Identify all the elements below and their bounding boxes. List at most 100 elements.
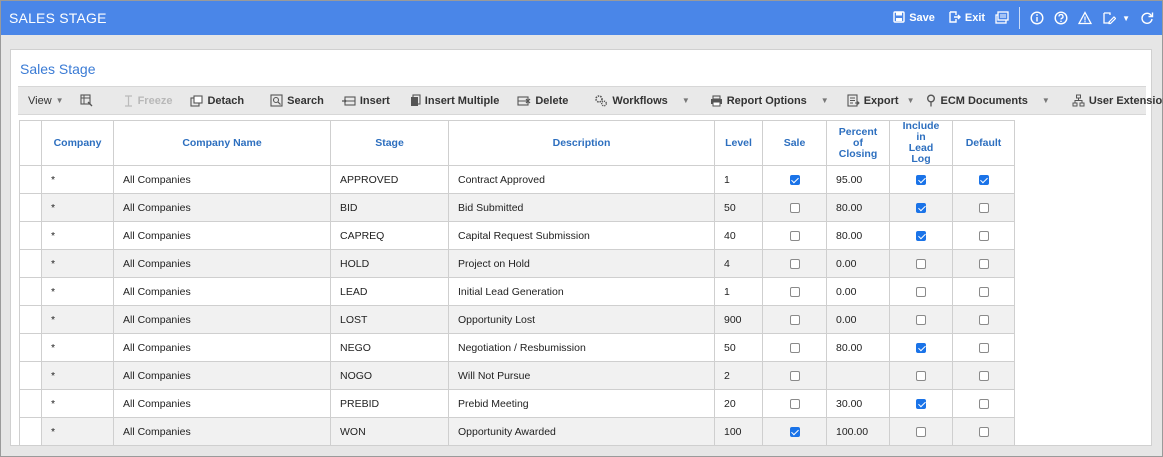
cell-stage[interactable]: PREBID: [330, 389, 449, 418]
cell-percent-of-closing[interactable]: 80.00: [826, 333, 890, 362]
default-checkbox[interactable]: [978, 342, 989, 353]
cell-company-name[interactable]: All Companies: [113, 165, 331, 194]
sale-checkbox[interactable]: [789, 230, 800, 241]
cell-description[interactable]: Negotiation / Resbumission: [448, 333, 715, 362]
cell-percent-of-closing[interactable]: 0.00: [826, 249, 890, 278]
column-header-level[interactable]: Level: [714, 120, 763, 166]
cell-company[interactable]: *: [41, 165, 114, 194]
workflows-menu[interactable]: Workflows ▼: [594, 94, 690, 107]
cell-include-in-lead-log[interactable]: [889, 305, 953, 334]
cell-level[interactable]: 40: [714, 221, 763, 250]
row-selector[interactable]: [19, 165, 42, 194]
cell-sale[interactable]: [762, 305, 827, 334]
cell-include-in-lead-log[interactable]: [889, 249, 953, 278]
sale-checkbox[interactable]: [789, 258, 800, 269]
cell-company-name[interactable]: All Companies: [113, 333, 331, 362]
cell-include-in-lead-log[interactable]: [889, 277, 953, 306]
ecm-documents-menu[interactable]: ECM Documents ▼: [926, 94, 1050, 107]
column-header-sale[interactable]: Sale: [762, 120, 827, 166]
table-row[interactable]: * All Companies LEAD Initial Lead Generatio…: [19, 277, 1015, 306]
cell-include-in-lead-log[interactable]: [889, 165, 953, 194]
freeze-button[interactable]: Freeze: [123, 95, 172, 107]
row-selector[interactable]: [19, 249, 42, 278]
cell-level[interactable]: 100: [714, 417, 763, 446]
cell-description[interactable]: Opportunity Awarded: [448, 417, 715, 446]
sale-checkbox[interactable]: [789, 426, 800, 437]
column-header-company-name[interactable]: Company Name: [113, 120, 331, 166]
cell-description[interactable]: Bid Submitted: [448, 193, 715, 222]
sale-checkbox[interactable]: [789, 398, 800, 409]
table-row[interactable]: * All Companies PREBID Prebid Meeting 20 30.0…: [19, 389, 1015, 418]
cell-company[interactable]: *: [41, 389, 114, 418]
cell-default[interactable]: [952, 417, 1015, 446]
save-button[interactable]: Save: [893, 10, 935, 26]
default-checkbox[interactable]: [978, 314, 989, 325]
search-button[interactable]: Search: [270, 94, 324, 107]
column-header-include-in-lead-log[interactable]: Include in Lead Log: [889, 120, 953, 166]
cell-description[interactable]: Capital Request Submission: [448, 221, 715, 250]
cell-sale[interactable]: [762, 361, 827, 390]
cell-stage[interactable]: BID: [330, 193, 449, 222]
cell-description[interactable]: Initial Lead Generation: [448, 277, 715, 306]
cell-percent-of-closing[interactable]: 30.00: [826, 389, 890, 418]
cell-default[interactable]: [952, 221, 1015, 250]
cell-description[interactable]: Prebid Meeting: [448, 389, 715, 418]
cell-company[interactable]: *: [41, 193, 114, 222]
exit-button[interactable]: Exit: [949, 10, 985, 26]
cell-description[interactable]: Will Not Pursue: [448, 361, 715, 390]
table-row[interactable]: * All Companies HOLD Project on Hold 4 0.00: [19, 249, 1015, 278]
lead-log-checkbox[interactable]: [916, 342, 926, 353]
cell-company-name[interactable]: All Companies: [113, 305, 331, 334]
cell-company-name[interactable]: All Companies: [113, 193, 331, 222]
cell-company-name[interactable]: All Companies: [113, 249, 331, 278]
cell-default[interactable]: [952, 305, 1015, 334]
cell-stage[interactable]: LEAD: [330, 277, 449, 306]
delete-button[interactable]: Delete: [517, 95, 568, 107]
cell-stage[interactable]: APPROVED: [330, 165, 449, 194]
sale-checkbox[interactable]: [789, 370, 800, 381]
lead-log-checkbox[interactable]: [916, 398, 926, 409]
cell-sale[interactable]: [762, 221, 827, 250]
default-checkbox[interactable]: [978, 398, 989, 409]
cell-include-in-lead-log[interactable]: [889, 389, 953, 418]
cell-include-in-lead-log[interactable]: [889, 361, 953, 390]
cell-sale[interactable]: [762, 333, 827, 362]
cell-description[interactable]: Project on Hold: [448, 249, 715, 278]
cell-default[interactable]: [952, 193, 1015, 222]
lead-log-checkbox[interactable]: [916, 202, 926, 213]
lead-log-checkbox[interactable]: [916, 370, 926, 381]
cell-company[interactable]: *: [41, 417, 114, 446]
column-header-stage[interactable]: Stage: [330, 120, 449, 166]
cell-level[interactable]: 900: [714, 305, 763, 334]
cell-level[interactable]: 2: [714, 361, 763, 390]
edit-options-icon[interactable]: ▼: [1102, 11, 1130, 25]
cell-percent-of-closing[interactable]: 80.00: [826, 193, 890, 222]
cell-sale[interactable]: [762, 417, 827, 446]
table-row[interactable]: * All Companies CAPREQ Capital Request Subm…: [19, 221, 1015, 250]
default-checkbox[interactable]: [978, 426, 989, 437]
table-row[interactable]: * All Companies WON Opportunity Awarded 100 1…: [19, 417, 1015, 446]
row-selector[interactable]: [19, 193, 42, 222]
cell-percent-of-closing[interactable]: 100.00: [826, 417, 890, 446]
table-row[interactable]: * All Companies BID Bid Submitted 50 80.00: [19, 193, 1015, 222]
cell-stage[interactable]: NOGO: [330, 361, 449, 390]
cell-default[interactable]: [952, 333, 1015, 362]
column-header-default[interactable]: Default: [952, 120, 1015, 166]
lead-log-checkbox[interactable]: [916, 314, 926, 325]
cell-level[interactable]: 50: [714, 333, 763, 362]
report-options-menu[interactable]: Report Options ▼: [710, 95, 829, 107]
insert-multiple-button[interactable]: Insert Multiple: [410, 94, 499, 107]
column-header-percent-of-closing[interactable]: Percent of Closing: [826, 120, 890, 166]
sale-checkbox[interactable]: [789, 202, 800, 213]
cell-include-in-lead-log[interactable]: [889, 193, 953, 222]
default-checkbox[interactable]: [978, 258, 989, 269]
column-header-description[interactable]: Description: [448, 120, 715, 166]
info-icon[interactable]: [1030, 11, 1044, 25]
cell-company[interactable]: *: [41, 305, 114, 334]
default-checkbox[interactable]: [978, 286, 989, 297]
cell-default[interactable]: [952, 249, 1015, 278]
cell-sale[interactable]: [762, 277, 827, 306]
view-menu[interactable]: View ▼: [28, 95, 64, 107]
sale-checkbox[interactable]: [789, 342, 800, 353]
cell-company[interactable]: *: [41, 361, 114, 390]
